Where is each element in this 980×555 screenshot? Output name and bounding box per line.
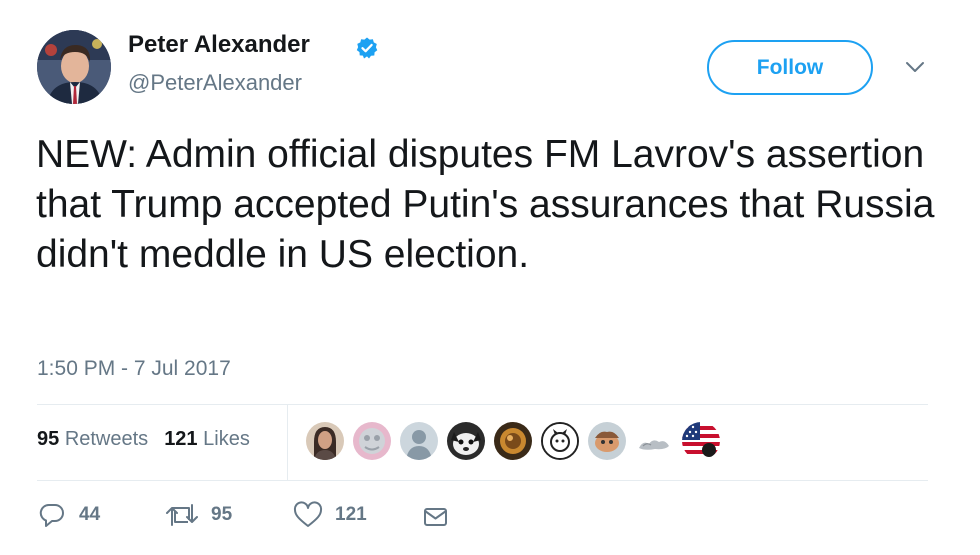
likes-count: 121 xyxy=(164,428,198,450)
liker-avatar[interactable] xyxy=(400,422,438,460)
liker-avatar[interactable] xyxy=(541,422,579,460)
likes-label: Likes xyxy=(203,428,250,450)
verified-badge-icon xyxy=(356,37,378,59)
direct-message-action[interactable] xyxy=(422,500,450,530)
reply-icon xyxy=(39,503,64,527)
liker-avatar[interactable] xyxy=(447,422,485,460)
liker-avatar[interactable] xyxy=(306,422,344,460)
liker-avatar[interactable] xyxy=(588,422,626,460)
author-name[interactable]: Peter Alexander xyxy=(128,31,310,59)
divider-top xyxy=(37,404,928,405)
stats-separator xyxy=(287,405,288,480)
liker-avatar[interactable] xyxy=(682,422,720,460)
author-handle[interactable]: @PeterAlexander xyxy=(128,70,302,96)
divider-bottom xyxy=(37,480,928,481)
retweet-count: 95 xyxy=(211,504,233,525)
retweet-action[interactable]: 95 xyxy=(165,500,232,530)
avatar-photo xyxy=(37,30,111,104)
retweets-label: Retweets xyxy=(64,428,149,450)
author-avatar[interactable] xyxy=(37,30,111,104)
envelope-icon xyxy=(424,508,447,526)
reply-action[interactable]: 44 xyxy=(37,500,100,530)
tweet-timestamp[interactable]: 1:50 PM - 7 Jul 2017 xyxy=(37,357,231,381)
liker-avatar[interactable] xyxy=(635,422,673,460)
engagement-stats: 95 Retweets 121 Likes xyxy=(37,428,250,451)
liker-avatar[interactable] xyxy=(494,422,532,460)
likes-stat[interactable]: 121 Likes xyxy=(164,428,250,450)
caret-down-icon[interactable] xyxy=(903,58,927,76)
heart-icon xyxy=(293,501,323,527)
reply-count: 44 xyxy=(79,504,101,525)
retweets-stat[interactable]: 95 Retweets xyxy=(37,428,148,450)
tweet-text: NEW: Admin official disputes FM Lavrov's… xyxy=(36,133,935,276)
like-count: 121 xyxy=(335,504,367,525)
retweets-count: 95 xyxy=(37,428,60,450)
liker-avatar[interactable] xyxy=(353,422,391,460)
follow-button[interactable]: Follow xyxy=(707,40,873,95)
retweet-icon xyxy=(166,504,198,526)
like-action[interactable]: 121 xyxy=(293,500,367,530)
